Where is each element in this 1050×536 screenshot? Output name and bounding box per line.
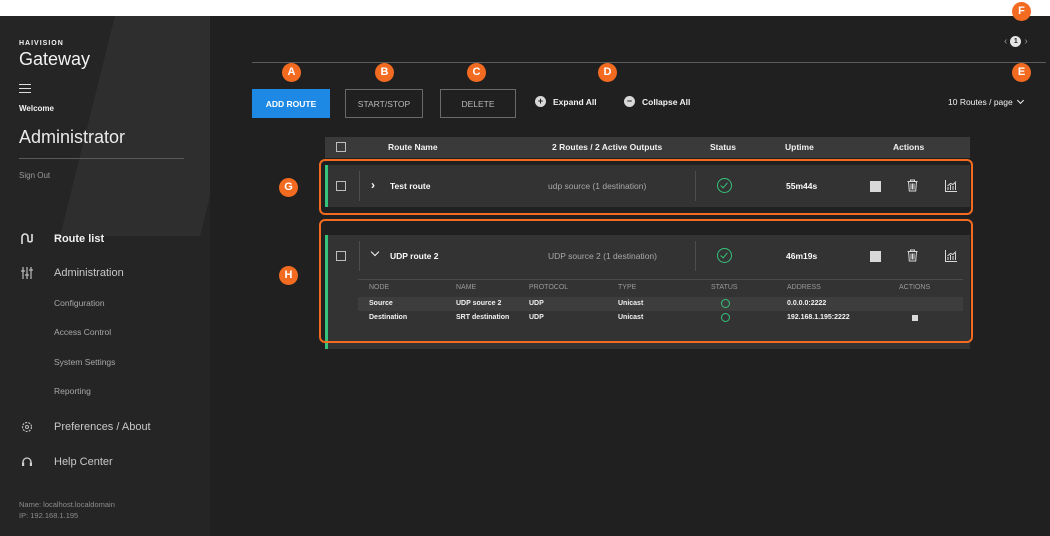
collapse-all-button[interactable]: − Collapse All (624, 96, 690, 107)
expand-all-label: Expand All (553, 96, 597, 107)
col-summary: 2 Routes / 2 Active Outputs (552, 142, 663, 152)
product-name: Gateway (19, 49, 91, 69)
chevron-down-icon (1016, 96, 1024, 105)
header-divider (252, 62, 1046, 63)
sidebar-item-label: Administration (54, 267, 124, 279)
callout-h: H (279, 266, 298, 285)
collapse-all-label: Collapse All (642, 96, 691, 107)
sign-out-link[interactable]: Sign Out (19, 171, 50, 180)
user-name: Administrator (19, 127, 126, 147)
delete-button[interactable]: DELETE (440, 89, 516, 118)
callout-b: B (375, 63, 394, 82)
col-actions: Actions (893, 142, 925, 152)
route-icon (19, 232, 35, 246)
add-route-button[interactable]: ADD ROUTE (252, 89, 330, 118)
expand-all-button[interactable]: + Expand All (535, 96, 597, 107)
next-page-button[interactable]: › (1024, 36, 1027, 47)
page-number[interactable]: 1 (1010, 36, 1022, 47)
prev-page-button[interactable]: ‹ (1004, 36, 1007, 47)
callout-c: C (467, 63, 486, 82)
sidebar-item-route-list[interactable]: Route list (19, 232, 104, 246)
callout-e: E (1012, 63, 1031, 82)
routes-per-page-select[interactable]: 10 Routes / page (948, 96, 1024, 107)
sidebar-item-preferences[interactable]: Preferences / About (19, 420, 151, 434)
gear-icon (19, 420, 35, 434)
per-page-label: 10 Routes / page (948, 97, 1013, 107)
subnav-configuration[interactable]: Configuration (54, 298, 105, 308)
sliders-icon (19, 266, 35, 280)
sidebar-item-administration[interactable]: Administration (19, 266, 124, 280)
headset-icon (19, 455, 35, 469)
subnav-reporting[interactable]: Reporting (54, 386, 91, 396)
table-header: Route Name 2 Routes / 2 Active Outputs S… (325, 137, 970, 158)
col-status: Status (710, 142, 736, 152)
select-all-checkbox[interactable] (336, 142, 346, 152)
subnav-system-settings[interactable]: System Settings (54, 357, 115, 367)
callout-d: D (598, 63, 617, 82)
subnav-access-control[interactable]: Access Control (54, 327, 111, 337)
sidebar-item-label: Help Center (54, 456, 113, 468)
sidebar: HAIVISION Gateway Welcome Administrator … (0, 16, 210, 536)
host-info: Name: localhost.localdomain IP: 192.168.… (19, 499, 115, 521)
sidebar-item-label: Preferences / About (54, 421, 151, 433)
host-ip: IP: 192.168.1.195 (19, 511, 79, 520)
sidebar-item-label: Route list (54, 233, 105, 245)
hamburger-menu-icon[interactable] (19, 84, 31, 93)
callout-a: A (282, 63, 301, 82)
sidebar-item-help-center[interactable]: Help Center (19, 455, 113, 469)
start-stop-button[interactable]: START/STOP (345, 89, 423, 118)
welcome-label: Welcome (19, 104, 54, 113)
callout-f: F (1012, 2, 1031, 21)
highlight-box-g (319, 159, 973, 215)
pagination: ‹ 1 › (1004, 36, 1028, 47)
col-route-name: Route Name (388, 142, 438, 152)
host-name: Name: localhost.localdomain (19, 500, 115, 509)
callout-g: G (279, 178, 298, 197)
sidebar-divider (19, 158, 184, 159)
col-uptime: Uptime (785, 142, 814, 152)
highlight-box-h (319, 219, 973, 343)
plus-icon: + (535, 96, 546, 107)
brand-name: HAIVISION (19, 40, 64, 47)
minus-icon: − (624, 96, 635, 107)
